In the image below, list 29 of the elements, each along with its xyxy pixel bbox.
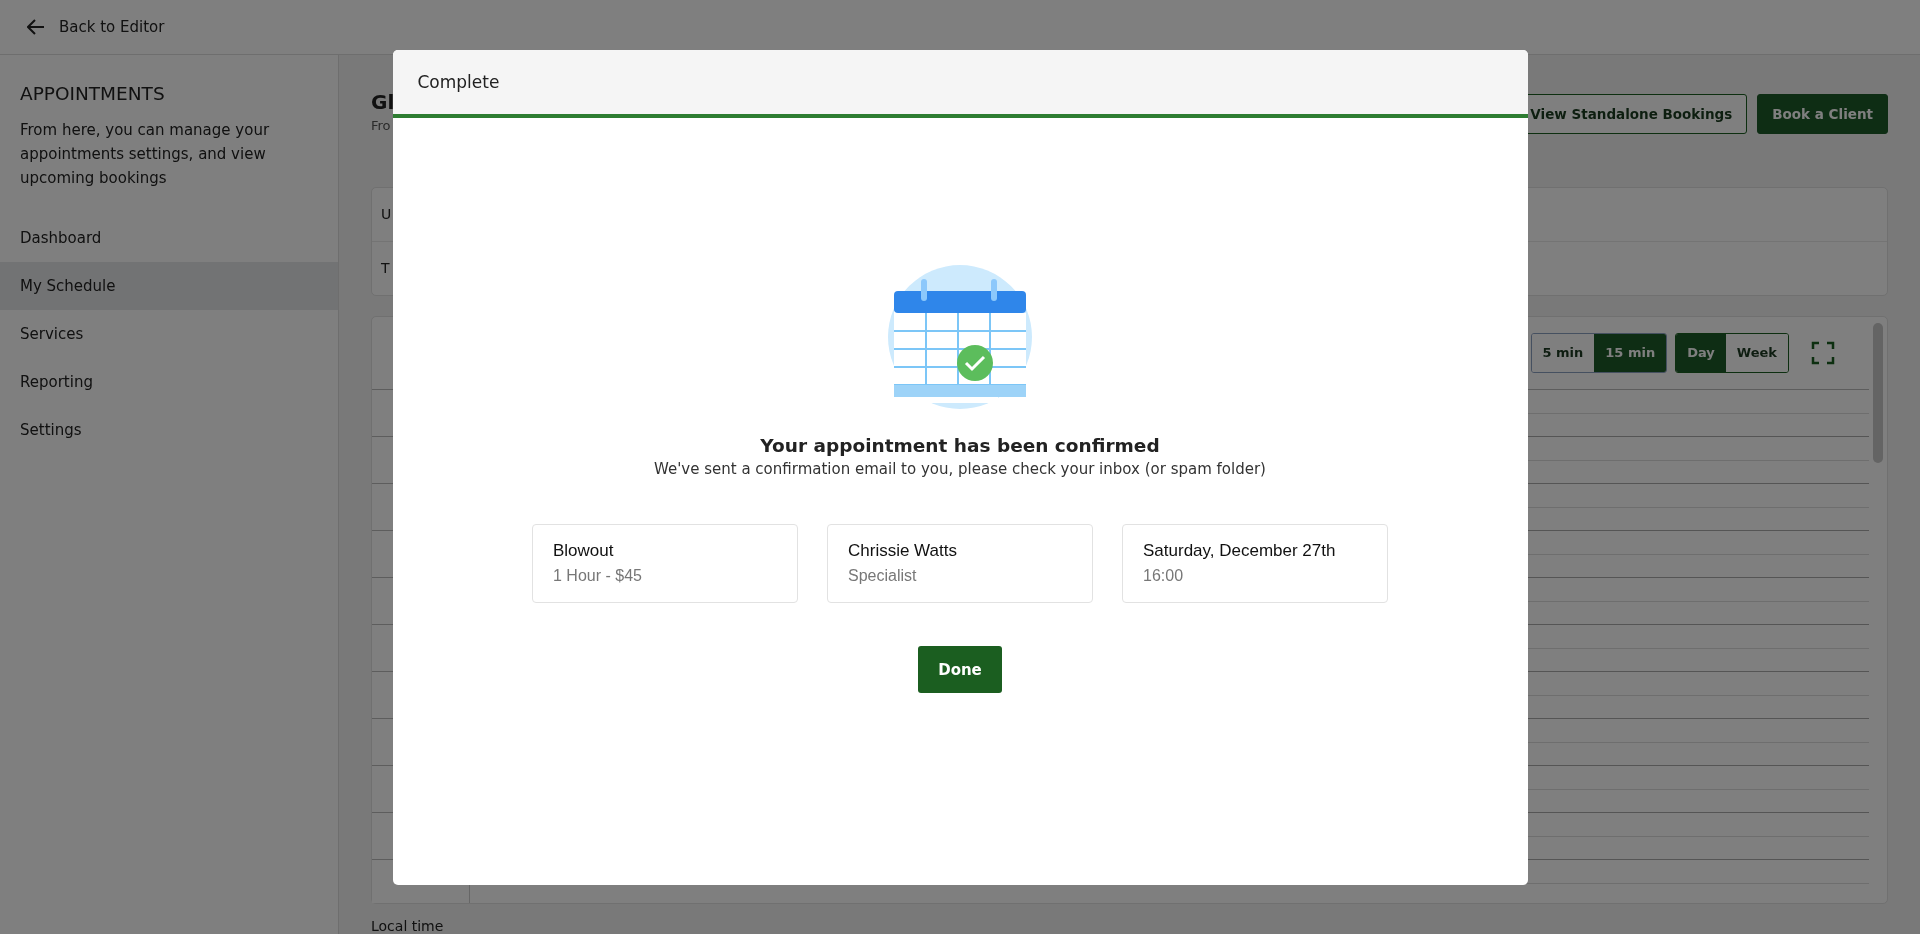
detail-title: Chrissie Watts xyxy=(848,541,958,561)
summary-row-label: T xyxy=(381,260,390,277)
sidebar-item[interactable]: Services xyxy=(0,310,338,358)
page-heading: Gl xyxy=(371,90,395,114)
view-toggle[interactable]: Day xyxy=(1676,333,1726,372)
confirmation-heading: Your appointment has been confirmed xyxy=(760,435,1160,456)
detail-title: Blowout xyxy=(553,541,615,561)
confirmation-message: We've sent a confirmation email to you, please check your inbox (or spam folder) xyxy=(654,460,1266,478)
sidebar-title: APPOINTMENTS xyxy=(20,83,166,104)
sidebar-item[interactable]: Dashboard xyxy=(0,214,338,262)
fullscreen-icon[interactable] xyxy=(1811,340,1835,365)
scrollbar[interactable] xyxy=(1873,322,1883,463)
detail-subtitle: 1 Hour - $45 xyxy=(553,567,643,585)
sidebar-item[interactable]: Reporting xyxy=(0,358,338,406)
back-link[interactable]: Back to Editor xyxy=(27,18,165,36)
detail-title: Saturday, December 27th xyxy=(1143,541,1337,561)
interval-toggle[interactable]: 15 min xyxy=(1594,333,1667,372)
sidebar-item[interactable]: My Schedule xyxy=(0,262,338,310)
back-arrow-icon xyxy=(27,19,45,35)
page-subheading: Fro xyxy=(371,118,392,133)
done-button[interactable]: Done xyxy=(918,646,1002,693)
detail-subtitle: Specialist xyxy=(848,567,918,585)
book-client-button[interactable]: Book a Client xyxy=(1757,94,1888,134)
modal-title: Complete xyxy=(417,72,500,92)
sidebar-item[interactable]: Settings xyxy=(0,406,338,454)
sidebar-description: From here, you can manage your appointments settings, and view upcoming bookings xyxy=(20,120,271,189)
detail-subtitle: 16:00 xyxy=(1143,567,1185,585)
summary-row-label: U xyxy=(381,206,392,223)
local-time-label: Local time xyxy=(371,918,445,934)
